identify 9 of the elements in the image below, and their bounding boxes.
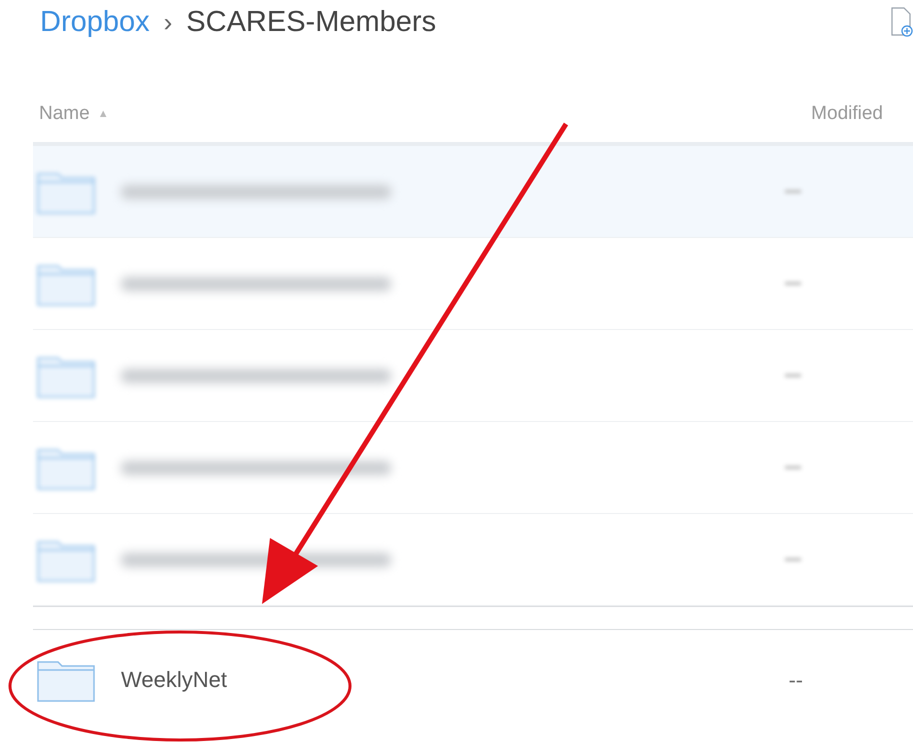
column-header[interactable]: Name bbox=[39, 103, 90, 125]
modified-cell: -- bbox=[788, 668, 803, 692]
folder-name[interactable]: WeeklyNet bbox=[121, 667, 227, 693]
breadcrumb-link[interactable]: Dropbox bbox=[40, 6, 150, 38]
breadcrumb-separator: › bbox=[164, 6, 172, 38]
folder-title: SCARES-Members bbox=[186, 6, 436, 38]
new-file-icon[interactable] bbox=[891, 7, 913, 37]
column-header[interactable]: Modified bbox=[811, 103, 883, 125]
sort-indicator[interactable]: ▲ bbox=[98, 108, 109, 120]
